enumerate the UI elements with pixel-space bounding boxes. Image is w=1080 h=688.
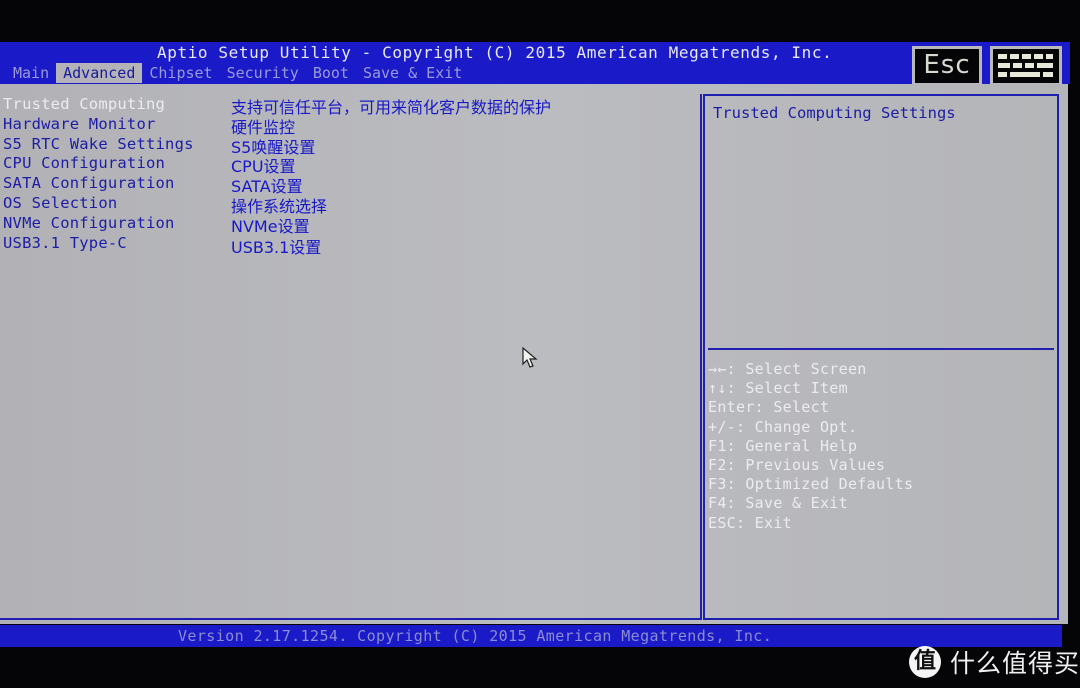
help-title: Trusted Computing Settings: [713, 104, 956, 122]
menu-desc: USB3.1设置: [231, 238, 322, 257]
key-hint: F2: Previous Values: [708, 455, 886, 474]
watermark-text: 什么值得买: [950, 649, 1080, 678]
version-text: Version 2.17.1254. Copyright (C) 2015 Am…: [178, 627, 773, 645]
watermark: 值 什么值得买: [909, 644, 1080, 680]
tab-boot[interactable]: Boot: [306, 63, 356, 83]
menu-item-sata-configuration[interactable]: SATA Configuration: [3, 174, 175, 192]
key-legend: →←: Select Screen ↑↓: Select Item Enter:…: [708, 360, 913, 533]
tab-security[interactable]: Security: [220, 63, 306, 83]
top-bar: Aptio Setup Utility - Copyright (C) 2015…: [0, 42, 1070, 84]
key-hint: ESC: Exit: [708, 513, 792, 532]
menu-item-trusted-computing[interactable]: Trusted Computing: [3, 95, 165, 113]
menu-item-cpu-configuration[interactable]: CPU Configuration: [3, 154, 165, 172]
help-divider: [708, 348, 1054, 350]
tab-save-exit[interactable]: Save & Exit: [356, 63, 469, 83]
keyboard-button[interactable]: [990, 46, 1062, 86]
key-hint: ↑↓: Select Item: [708, 379, 848, 398]
bios-screen: Aptio Setup Utility - Copyright (C) 2015…: [0, 42, 1070, 648]
esc-button[interactable]: Esc: [912, 46, 982, 86]
key-hint: F1: General Help: [708, 436, 858, 455]
tab-bar: Main Advanced Chipset Security Boot Save…: [6, 63, 469, 83]
watermark-logo-icon: 值: [909, 646, 941, 678]
key-hint: F4: Save & Exit: [708, 494, 848, 513]
menu-panel: Trusted Computing 支持可信任平台，可用来简化客户数据的保护 H…: [0, 94, 702, 620]
menu-item-nvme-configuration[interactable]: NVMe Configuration: [3, 214, 175, 232]
tab-advanced[interactable]: Advanced: [56, 63, 143, 83]
esc-label: Esc: [915, 49, 979, 83]
app-title: Aptio Setup Utility - Copyright (C) 2015…: [157, 43, 833, 62]
bottom-bar: Version 2.17.1254. Copyright (C) 2015 Am…: [0, 625, 1062, 647]
key-hint: F3: Optimized Defaults: [708, 475, 914, 494]
tab-main[interactable]: Main: [6, 63, 56, 83]
key-hint: +/-: Change Opt.: [708, 417, 858, 436]
menu-item-s5-rtc-wake[interactable]: S5 RTC Wake Settings: [3, 135, 194, 153]
key-hint: →←: Select Screen: [708, 360, 867, 378]
tab-chipset[interactable]: Chipset: [142, 63, 219, 83]
menu-item-usb31-type-c[interactable]: USB3.1 Type-C: [3, 234, 127, 252]
help-panel: Trusted Computing Settings →←: Select Sc…: [703, 94, 1059, 620]
mouse-pointer-icon: [522, 347, 538, 368]
menu-item-os-selection[interactable]: OS Selection: [3, 194, 117, 212]
menu-item-hardware-monitor[interactable]: Hardware Monitor: [3, 115, 156, 133]
key-hint: Enter: Select: [708, 398, 830, 417]
keyboard-icon: [993, 49, 1059, 83]
